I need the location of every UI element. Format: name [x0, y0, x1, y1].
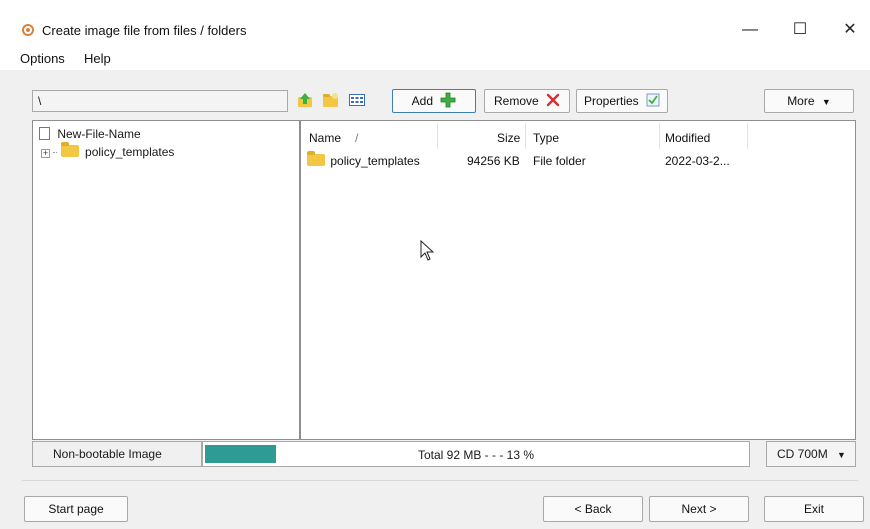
path-input[interactable]: \	[32, 90, 288, 112]
properties-button[interactable]: Properties	[576, 89, 668, 113]
tree-item-policy-templates[interactable]: + policy_templates	[41, 142, 175, 159]
chevron-down-icon: ▼	[821, 97, 831, 107]
add-button[interactable]: Add	[392, 89, 476, 113]
tree-item-label: policy_templates	[85, 145, 175, 159]
table-row[interactable]: policy_templates	[307, 151, 420, 168]
menu-options[interactable]: Options	[20, 51, 65, 66]
tree-root[interactable]: New-File-Name	[39, 127, 141, 141]
column-header-type[interactable]: Type	[533, 131, 559, 145]
sort-indicator: /	[355, 131, 359, 145]
properties-label: Properties	[583, 94, 639, 108]
chevron-down-icon: ▼	[837, 450, 846, 460]
media-size-select[interactable]: CD 700M ▼	[766, 441, 856, 467]
expand-icon[interactable]: +	[41, 149, 50, 158]
more-label: More	[787, 94, 815, 108]
image-type-label: Non-bootable Image	[32, 441, 202, 467]
status-bar: Non-bootable Image Total 92 MB - - - 13 …	[32, 441, 856, 467]
row-size: 94256 KB	[467, 154, 520, 168]
progress-text: Total 92 MB - - - 13 %	[417, 448, 535, 462]
plus-icon	[440, 92, 456, 108]
remove-label: Remove	[493, 94, 539, 108]
column-header-name[interactable]: Name	[309, 131, 341, 145]
new-folder-icon[interactable]	[322, 91, 340, 109]
properties-check-icon	[646, 93, 660, 107]
up-folder-icon[interactable]	[296, 91, 314, 109]
window-title: Create image file from files / folders	[42, 23, 247, 38]
minimize-button[interactable]: —	[730, 16, 770, 44]
more-dropdown[interactable]: More ▼	[764, 89, 854, 113]
next-button[interactable]: Next >	[649, 496, 749, 522]
size-progress-bar: Total 92 MB - - - 13 %	[202, 441, 750, 467]
menu-bar: Options Help	[0, 44, 870, 70]
add-label: Add	[411, 94, 433, 108]
column-header-size[interactable]: Size	[497, 131, 520, 145]
tree-root-label: New-File-Name	[57, 127, 141, 141]
row-type: File folder	[533, 154, 586, 168]
start-page-button[interactable]: Start page	[24, 496, 128, 522]
row-modified: 2022-03-2...	[665, 154, 730, 168]
folder-icon	[307, 151, 325, 166]
file-list[interactable]: Name / Size Type Modified policy_templat…	[300, 120, 856, 440]
column-header-modified[interactable]: Modified	[665, 131, 710, 145]
title-bar: Create image file from files / folders —…	[0, 0, 870, 44]
close-button[interactable]: ✕	[830, 16, 870, 44]
remove-x-icon	[546, 93, 560, 107]
view-details-icon[interactable]	[348, 91, 366, 109]
exit-button[interactable]: Exit	[764, 496, 864, 522]
maximize-button[interactable]: ☐	[780, 16, 820, 44]
document-icon	[39, 127, 50, 140]
footer-divider	[22, 480, 858, 481]
back-button[interactable]: < Back	[543, 496, 643, 522]
mouse-cursor-icon	[420, 240, 434, 261]
row-name: policy_templates	[330, 154, 420, 168]
remove-button[interactable]: Remove	[484, 89, 570, 113]
folder-icon	[60, 142, 79, 157]
app-icon	[22, 24, 34, 36]
media-size-value: CD 700M	[777, 447, 828, 461]
menu-help[interactable]: Help	[84, 51, 111, 66]
folder-tree[interactable]: New-File-Name + policy_templates	[32, 120, 300, 440]
